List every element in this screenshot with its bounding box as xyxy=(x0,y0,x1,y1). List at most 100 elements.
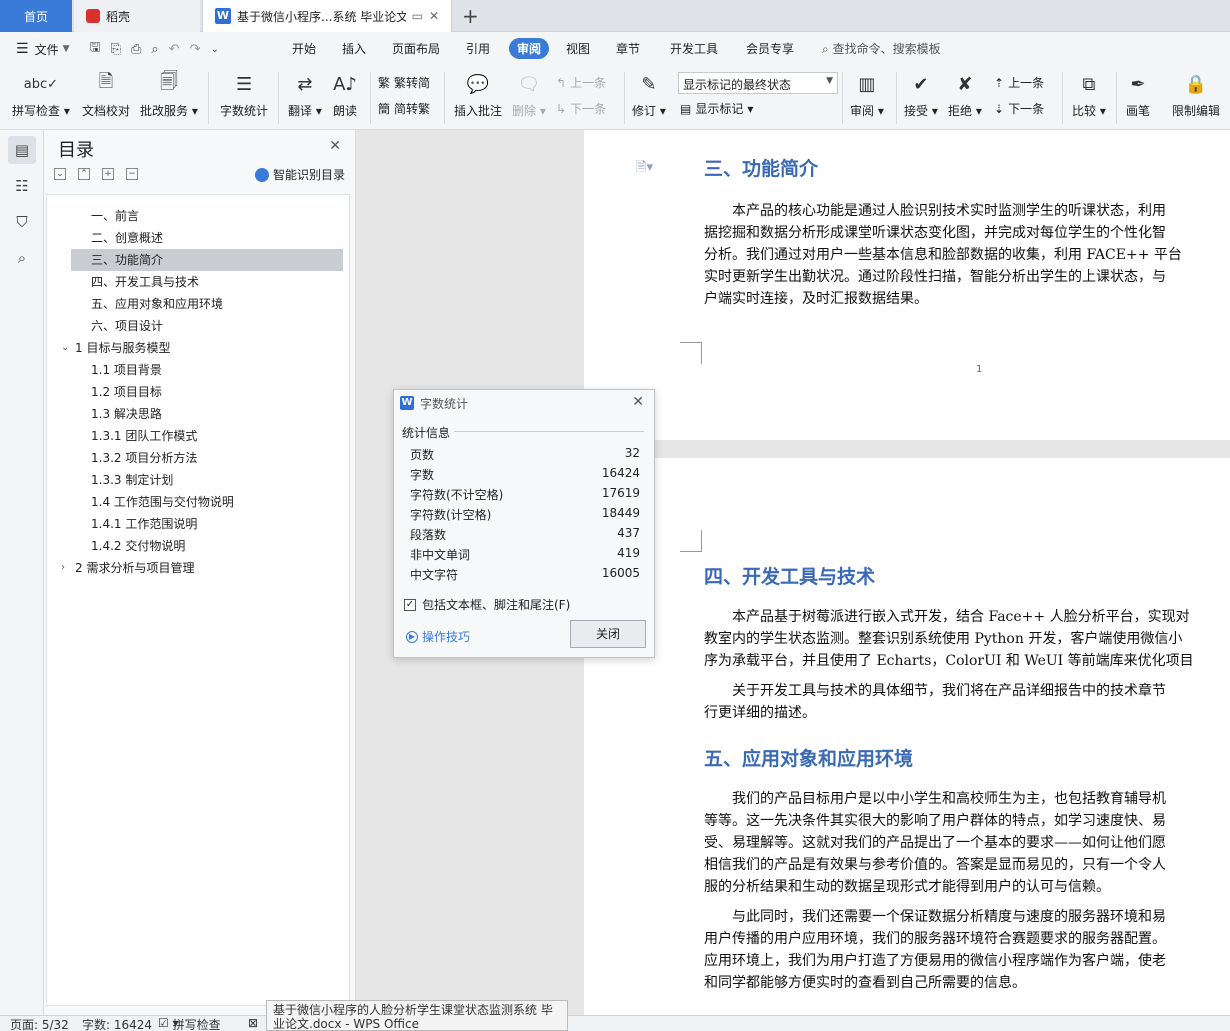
prev-comment-button[interactable]: ↰ 上一条 xyxy=(556,74,606,91)
menu-tab-reference[interactable]: 引用 xyxy=(466,40,490,57)
pen-button[interactable]: ✒ 画笔 xyxy=(1126,70,1150,119)
word-count-indicator[interactable]: 字数: 16424 xyxy=(82,1016,152,1031)
delete-comment-icon: 🗨 xyxy=(517,73,541,95)
checkbox-checked-icon[interactable]: ✓ xyxy=(404,598,416,611)
chevron-down-icon[interactable]: ⌄ xyxy=(61,337,69,359)
close-icon[interactable]: ✕ xyxy=(632,394,644,410)
menu-tab-chapter[interactable]: 章节 xyxy=(616,40,640,57)
trad-to-simp-button[interactable]: 繁繁转简 xyxy=(378,74,430,91)
toc-item[interactable]: 1.4.2 交付物说明 xyxy=(47,535,347,557)
show-markup-button[interactable]: ▤ 显示标记 ▾ xyxy=(680,100,753,117)
tips-link[interactable]: ▶ 操作技巧 xyxy=(406,628,470,645)
next-comment-button[interactable]: ↳ 下一条 xyxy=(556,100,606,117)
include-textbox-checkbox[interactable]: ✓ 包括文本框、脚注和尾注(F) xyxy=(404,596,570,613)
more-icon[interactable]: ⌄ xyxy=(210,44,218,55)
paragraph-line: 受、易理解等。这就对我们的产品提出了一个基本的要求——如何让他们愿 xyxy=(704,835,1166,851)
compare-button[interactable]: ⧉ 比较 ▾ xyxy=(1072,70,1106,119)
add-level-icon[interactable]: + xyxy=(102,168,114,180)
menu-tab-layout[interactable]: 页面布局 xyxy=(392,40,440,57)
print-icon[interactable]: ⎙ xyxy=(131,42,141,57)
tab-home[interactable]: 首页 xyxy=(0,0,72,32)
print-preview-icon[interactable]: ⌕ xyxy=(151,42,158,57)
menu-icon[interactable]: ☰ xyxy=(16,41,29,57)
paragraph-line: 和同学都能够方便实时的查看到自己所需要的信息。 xyxy=(704,975,1026,991)
simp-to-trad-icon: 簡 xyxy=(378,102,391,116)
undo-icon[interactable]: ↶ xyxy=(169,42,180,57)
menu-tab-start[interactable]: 开始 xyxy=(292,40,316,57)
batch-service-button[interactable]: 🗐 批改服务 ▾ xyxy=(140,70,198,119)
review-pane-button[interactable]: ▥ 审阅 ▾ xyxy=(850,70,884,119)
restrict-edit-button[interactable]: 🔒 限制编辑 xyxy=(1172,70,1220,119)
markup-view-select[interactable]: 显示标记的最终状态 ▼ xyxy=(678,72,838,94)
reject-button[interactable]: ✘ 拒绝 ▾ xyxy=(948,70,982,119)
file-dropdown-icon[interactable]: ▼ xyxy=(63,44,70,54)
file-menu[interactable]: 文件 xyxy=(35,41,59,58)
remove-level-icon[interactable]: − xyxy=(126,168,138,180)
menu-tab-member[interactable]: 会员专享 xyxy=(746,40,794,57)
smart-toc-button[interactable]: 智能识别目录 xyxy=(254,166,345,183)
window-icon[interactable]: ▭ xyxy=(412,9,423,23)
chapter-icon[interactable]: ☷ xyxy=(8,172,36,200)
search-icon[interactable]: ⌕ xyxy=(8,244,36,272)
toc-item[interactable]: ⌄ 1 目标与服务模型 xyxy=(47,337,347,359)
export-pdf-icon[interactable]: ⎘ xyxy=(111,42,121,57)
document-page[interactable]: 四、开发工具与技术 本产品基于树莓派进行嵌入式开发，结合 Face++ 人脸分析… xyxy=(584,458,1230,1015)
bookmark-icon[interactable]: ⛉ xyxy=(8,208,36,236)
insert-comment-button[interactable]: 💬 插入批注 xyxy=(454,70,502,119)
toc-item[interactable]: 1.4 工作范围与交付物说明 xyxy=(47,491,347,513)
menu-tab-insert[interactable]: 插入 xyxy=(342,40,366,57)
menu-tab-review[interactable]: 审阅 xyxy=(509,38,550,59)
toc-item[interactable]: 一、前言 xyxy=(47,205,347,227)
accept-button[interactable]: ✔ 接受 ▾ xyxy=(904,70,938,119)
save-icon[interactable]: 🖫 xyxy=(90,38,101,60)
close-button[interactable]: 关闭 xyxy=(570,620,646,648)
document-page[interactable]: 🗎▾ 三、功能简介 本产品的核心功能是通过人脸识别技术实时监测学生的听课状态，利… xyxy=(584,130,1230,440)
page-corner-mark xyxy=(680,342,702,364)
toc-item[interactable]: 1.3.1 团队工作模式 xyxy=(47,425,347,447)
doc-proof-button[interactable]: 🗎 文档校对 xyxy=(82,70,130,119)
menu-tab-view[interactable]: 视图 xyxy=(566,40,590,57)
page-indicator[interactable]: 页面: 5/32 xyxy=(10,1016,69,1031)
expand-all-icon[interactable]: ⌃ xyxy=(78,168,90,180)
spell-check-status[interactable]: ☑ 拼写检查 ▾ xyxy=(158,1016,221,1031)
next-change-button[interactable]: ⇣ 下一条 xyxy=(994,100,1044,117)
toc-item[interactable]: 1.1 项目背景 xyxy=(47,359,347,381)
toc-item[interactable]: 四、开发工具与技术 xyxy=(47,271,347,293)
toc-item[interactable]: 1.3.3 制定计划 xyxy=(47,469,347,491)
redo-icon[interactable]: ↷ xyxy=(190,42,201,57)
toc-item[interactable]: 1.3.2 项目分析方法 xyxy=(47,447,347,469)
chevron-right-icon[interactable]: › xyxy=(61,557,65,579)
track-changes-button[interactable]: ✎ 修订 ▾ xyxy=(632,70,666,119)
doc-status-icon[interactable]: ⊠ xyxy=(248,1016,258,1030)
read-aloud-button[interactable]: A♪ 朗读 xyxy=(333,70,357,119)
toc-item[interactable]: › 2 需求分析与项目管理 xyxy=(47,557,347,579)
tab-document[interactable]: W 基于微信小程序...系统 毕业论文 ▭ ✕ xyxy=(202,0,452,32)
word-count-button[interactable]: ☰ 字数统计 xyxy=(220,70,268,119)
translate-button[interactable]: ⇄ 翻译 ▾ xyxy=(288,70,322,119)
new-tab-button[interactable]: + xyxy=(462,4,479,28)
close-icon[interactable]: ✕ xyxy=(329,138,341,154)
dialog-title-bar[interactable]: W 字数统计 xyxy=(394,390,654,416)
toc-item[interactable]: 二、创意概述 xyxy=(47,227,347,249)
prev-change-button[interactable]: ⇡ 上一条 xyxy=(994,74,1044,91)
toc-panel-icon[interactable]: ▤ xyxy=(8,136,36,164)
chevron-down-icon: ▼ xyxy=(826,76,833,86)
toc-item[interactable]: 五、应用对象和应用环境 xyxy=(47,293,347,315)
collapse-all-icon[interactable]: ⌄ xyxy=(54,168,66,180)
toc-item[interactable]: 三、功能简介 xyxy=(71,249,343,271)
translate-icon: ⇄ xyxy=(297,73,313,95)
delete-comment-button[interactable]: 🗨 删除 ▾ xyxy=(512,70,546,119)
toc-item[interactable]: 1.3 解决思路 xyxy=(47,403,347,425)
section-heading: 五、应用对象和应用环境 xyxy=(704,748,914,770)
menu-tab-devtools[interactable]: 开发工具 xyxy=(670,40,718,57)
toc-item[interactable]: 1.4.1 工作范围说明 xyxy=(47,513,347,535)
command-search[interactable]: ⌕ 查找命令、搜索模板 xyxy=(822,40,941,57)
tab-daoke[interactable]: 稻壳 xyxy=(74,0,200,32)
close-tab-icon[interactable]: ✕ xyxy=(429,9,439,23)
document-icon[interactable]: 🗎▾ xyxy=(636,158,653,180)
simp-to-trad-button[interactable]: 簡简转繁 xyxy=(378,100,430,117)
toc-panel: 目录 ✕ ⌄ ⌃ + − 智能识别目录 一、前言 二、创意概述 三、功能简介 四… xyxy=(44,130,356,1015)
toc-item[interactable]: 1.2 项目目标 xyxy=(47,381,347,403)
spell-check-button[interactable]: abc✓ 拼写检查 ▾ xyxy=(12,70,70,119)
toc-item[interactable]: 六、项目设计 xyxy=(47,315,347,337)
